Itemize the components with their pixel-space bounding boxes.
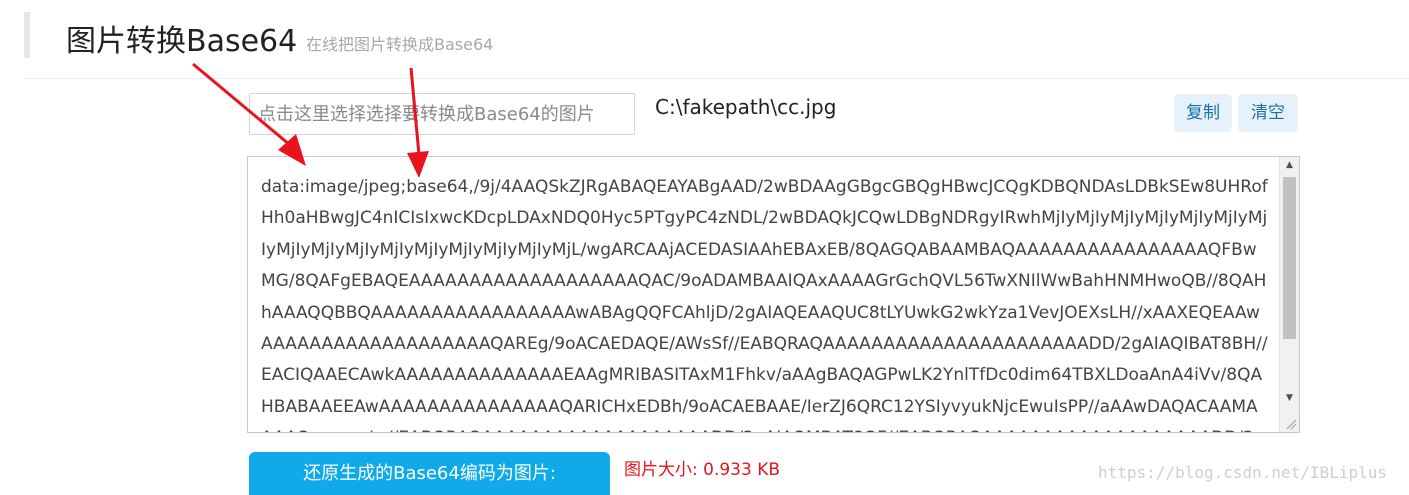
image-size-info: 图片大小: 0.933 KB — [624, 460, 781, 480]
image-file-input[interactable]: 点击这里选择选择要转换成Base64的图片 — [249, 93, 635, 135]
copy-button[interactable]: 复制 — [1174, 94, 1232, 132]
header-divider — [24, 78, 1409, 79]
clear-button[interactable]: 清空 — [1238, 94, 1298, 132]
textarea-scrollbar[interactable]: ▲ ▼ — [1279, 157, 1299, 432]
scroll-up-arrow-icon[interactable]: ▲ — [1280, 157, 1299, 174]
header-accent-bar — [24, 12, 30, 58]
page-subtitle: 在线把图片转换成Base64 — [306, 35, 494, 54]
scrollbar-thumb[interactable] — [1283, 177, 1296, 339]
scroll-down-arrow-icon[interactable]: ▼ — [1280, 390, 1299, 407]
watermark: https://blog.csdn.net/IBLiplus — [1098, 463, 1387, 482]
resize-grip-icon[interactable] — [1282, 415, 1298, 431]
selected-file-path: C:\fakepath\cc.jpg — [655, 95, 837, 119]
base64-output-text: data:image/jpeg;base64,/9j/4AAQSkZJRgABA… — [261, 177, 1268, 432]
base64-output-textarea[interactable]: data:image/jpeg;base64,/9j/4AAQSkZJRgABA… — [247, 156, 1300, 433]
page-title: 图片转换Base64 — [66, 24, 298, 59]
convert-to-image-button[interactable]: 还原生成的Base64编码为图片: — [249, 452, 610, 495]
